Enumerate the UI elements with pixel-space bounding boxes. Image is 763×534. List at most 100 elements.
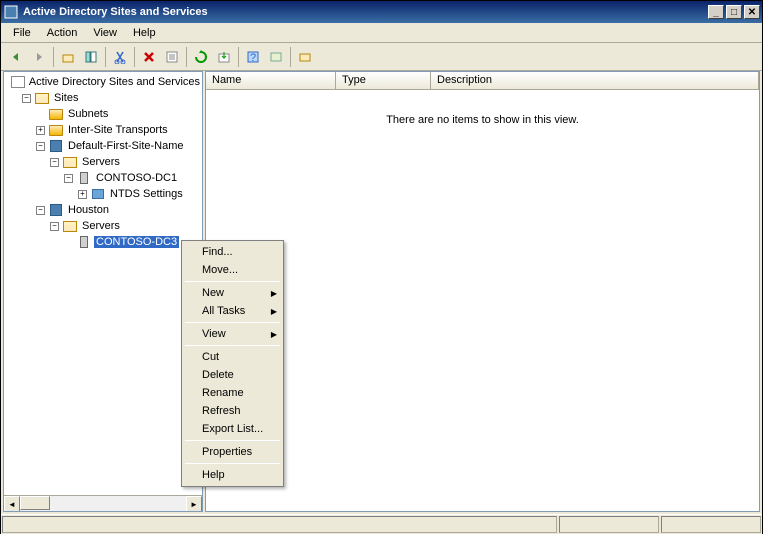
context-menu: Find... Move... New▶ All Tasks▶ View▶ Cu… [181, 240, 284, 487]
submenu-arrow-icon: ▶ [271, 330, 277, 339]
scroll-left-button[interactable]: ◄ [4, 496, 20, 512]
tree-servers2[interactable]: − Servers [4, 218, 202, 234]
submenu-arrow-icon: ▶ [271, 289, 277, 298]
ctx-separator [185, 345, 280, 346]
tree-dc3[interactable]: CONTOSO-DC3 [4, 234, 202, 250]
list-body: There are no items to show in this view. [206, 90, 759, 511]
column-name[interactable]: Name [206, 72, 336, 89]
folder-open-icon [62, 155, 78, 169]
column-type[interactable]: Type [336, 72, 431, 89]
tree-houston[interactable]: − Houston [4, 202, 202, 218]
ctx-help[interactable]: Help [184, 466, 281, 484]
statusbar [1, 514, 762, 534]
folder-icon [48, 107, 64, 121]
expander-icon[interactable]: − [22, 94, 31, 103]
window-controls: _ □ ✕ [708, 5, 760, 19]
scroll-thumb[interactable] [20, 496, 50, 510]
expander-icon[interactable]: + [36, 126, 45, 135]
server-icon [76, 171, 92, 185]
ctx-separator [185, 463, 280, 464]
cut-button[interactable] [109, 46, 131, 68]
menubar: File Action View Help [1, 23, 762, 43]
expander-icon[interactable]: − [36, 206, 45, 215]
ctx-all-tasks[interactable]: All Tasks▶ [184, 302, 281, 320]
ctx-cut[interactable]: Cut [184, 348, 281, 366]
forward-button[interactable] [28, 46, 50, 68]
ctx-delete[interactable]: Delete [184, 366, 281, 384]
ctx-find[interactable]: Find... [184, 243, 281, 261]
ctx-export[interactable]: Export List... [184, 420, 281, 438]
menu-file[interactable]: File [5, 25, 39, 41]
svg-text:?: ? [250, 52, 256, 64]
status-cell [559, 516, 659, 533]
expander-icon[interactable]: − [50, 222, 59, 231]
tree-scrollbar[interactable]: ◄ ► [4, 495, 202, 511]
tree-sites[interactable]: − Sites [4, 90, 202, 106]
tree-dc1[interactable]: − CONTOSO-DC1 [4, 170, 202, 186]
folder-icon [48, 123, 64, 137]
selected-node: CONTOSO-DC3 [94, 236, 179, 248]
window-title: Active Directory Sites and Services [23, 6, 708, 18]
expander-icon[interactable]: − [64, 174, 73, 183]
tree-default-site[interactable]: − Default-First-Site-Name [4, 138, 202, 154]
scroll-right-button[interactable]: ► [186, 496, 202, 512]
titlebar: Active Directory Sites and Services _ □ … [1, 1, 762, 23]
tree-subnets[interactable]: Subnets [4, 106, 202, 122]
menu-help[interactable]: Help [125, 25, 164, 41]
new-button[interactable] [294, 46, 316, 68]
site-icon [48, 139, 64, 153]
close-button[interactable]: ✕ [744, 5, 760, 19]
ctx-rename[interactable]: Rename [184, 384, 281, 402]
tree-intersite[interactable]: + Inter-Site Transports [4, 122, 202, 138]
app-icon [3, 4, 19, 20]
ctx-refresh[interactable]: Refresh [184, 402, 281, 420]
maximize-button[interactable]: □ [726, 5, 742, 19]
back-button[interactable] [5, 46, 27, 68]
expander-icon[interactable]: − [36, 142, 45, 151]
toolbar-separator [186, 47, 187, 67]
toolbar-separator [53, 47, 54, 67]
show-hide-button[interactable] [80, 46, 102, 68]
ctx-new[interactable]: New▶ [184, 284, 281, 302]
properties-button[interactable] [161, 46, 183, 68]
expander-icon[interactable]: + [78, 190, 87, 199]
toolbar-separator [290, 47, 291, 67]
empty-message: There are no items to show in this view. [386, 114, 579, 511]
toolbar-separator [105, 47, 106, 67]
ntds-icon [90, 187, 106, 201]
status-main [2, 516, 557, 533]
tree-root[interactable]: Active Directory Sites and Services [4, 74, 202, 90]
folder-open-icon [34, 91, 50, 105]
up-button[interactable] [57, 46, 79, 68]
submenu-arrow-icon: ▶ [271, 307, 277, 316]
ctx-view[interactable]: View▶ [184, 325, 281, 343]
toolbar-separator [134, 47, 135, 67]
tree-ntds[interactable]: + NTDS Settings [4, 186, 202, 202]
tree-panel[interactable]: Active Directory Sites and Services − Si… [3, 71, 203, 512]
filter-button[interactable] [265, 46, 287, 68]
tree-servers[interactable]: − Servers [4, 154, 202, 170]
toolbar: ? [1, 43, 762, 71]
refresh-button[interactable] [190, 46, 212, 68]
ctx-properties[interactable]: Properties [184, 443, 281, 461]
help-button[interactable]: ? [242, 46, 264, 68]
list-header: Name Type Description [206, 72, 759, 90]
export-button[interactable] [213, 46, 235, 68]
menu-action[interactable]: Action [39, 25, 86, 41]
status-cell [661, 516, 761, 533]
folder-open-icon [62, 219, 78, 233]
expander-icon[interactable]: − [50, 158, 59, 167]
ctx-separator [185, 322, 280, 323]
server-icon [76, 235, 92, 249]
site-icon [48, 203, 64, 217]
ctx-separator [185, 281, 280, 282]
ctx-move[interactable]: Move... [184, 261, 281, 279]
list-panel: Name Type Description There are no items… [205, 71, 760, 512]
delete-button[interactable] [138, 46, 160, 68]
column-description[interactable]: Description [431, 72, 759, 89]
toolbar-separator [238, 47, 239, 67]
root-icon [11, 75, 25, 89]
menu-view[interactable]: View [85, 25, 125, 41]
minimize-button[interactable]: _ [708, 5, 724, 19]
ctx-separator [185, 440, 280, 441]
